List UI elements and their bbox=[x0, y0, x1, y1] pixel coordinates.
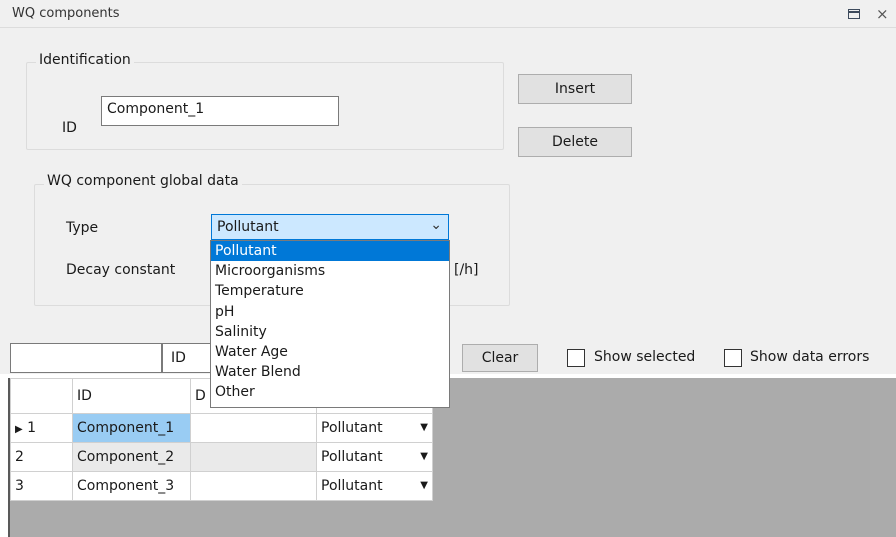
type-combobox-value: Pollutant bbox=[217, 219, 279, 235]
cell-type[interactable]: Pollutant ▼ bbox=[316, 442, 433, 472]
window-title: WQ components bbox=[12, 6, 120, 21]
cell-id[interactable]: Component_1 bbox=[72, 413, 191, 443]
row-header[interactable]: ▶ 1 bbox=[10, 413, 73, 443]
type-dropdown-list: Pollutant Microorganisms Temperature pH … bbox=[210, 240, 450, 408]
delete-button[interactable]: Delete bbox=[518, 127, 632, 157]
type-option[interactable]: Other bbox=[211, 382, 449, 402]
table-row[interactable]: 2 Component_2 Pollutant ▼ bbox=[10, 442, 433, 472]
current-row-marker-icon: ▶ bbox=[15, 424, 23, 435]
cell-type[interactable]: Pollutant ▼ bbox=[316, 413, 433, 443]
chevron-down-icon: ⌄ bbox=[430, 217, 442, 233]
global-data-group-label: WQ component global data bbox=[44, 173, 242, 189]
cell-type-value: Pollutant bbox=[321, 420, 383, 436]
id-label: ID bbox=[62, 120, 77, 136]
cell-d[interactable] bbox=[190, 413, 317, 443]
cell-id[interactable]: Component_2 bbox=[72, 442, 191, 472]
type-option[interactable]: Water Age bbox=[211, 342, 449, 362]
type-option[interactable]: Salinity bbox=[211, 322, 449, 342]
dropdown-arrow-icon[interactable]: ▼ bbox=[420, 422, 428, 433]
row-header[interactable]: 2 bbox=[10, 442, 73, 472]
dropdown-arrow-icon[interactable]: ▼ bbox=[420, 480, 428, 491]
id-input[interactable]: Component_1 bbox=[101, 96, 339, 126]
table-row[interactable]: ▶ 1 Component_1 Pollutant ▼ bbox=[10, 413, 433, 443]
insert-button[interactable]: Insert bbox=[518, 74, 632, 104]
show-data-errors-label: Show data errors bbox=[750, 349, 870, 365]
cell-type[interactable]: Pollutant ▼ bbox=[316, 471, 433, 501]
cell-id[interactable]: Component_3 bbox=[72, 471, 191, 501]
row-number: 3 bbox=[15, 478, 24, 494]
type-label: Type bbox=[66, 220, 99, 236]
row-header-corner bbox=[10, 378, 73, 414]
row-header[interactable]: 3 bbox=[10, 471, 73, 501]
cell-type-value: Pollutant bbox=[321, 449, 383, 465]
title-bar bbox=[0, 0, 896, 28]
close-icon[interactable]: × bbox=[876, 4, 896, 24]
type-option[interactable]: pH bbox=[211, 302, 449, 322]
cell-d[interactable] bbox=[190, 442, 317, 472]
clear-button[interactable]: Clear bbox=[462, 344, 538, 372]
type-combobox[interactable]: Pollutant ⌄ bbox=[211, 214, 449, 240]
type-option[interactable]: Microorganisms bbox=[211, 261, 449, 281]
show-data-errors-checkbox[interactable] bbox=[724, 349, 742, 367]
column-header-id[interactable]: ID bbox=[72, 378, 191, 414]
decay-unit-label: [/h] bbox=[454, 262, 479, 278]
row-number: 2 bbox=[15, 449, 24, 465]
dropdown-arrow-icon[interactable]: ▼ bbox=[420, 451, 428, 462]
table-row[interactable]: 3 Component_3 Pollutant ▼ bbox=[10, 471, 433, 501]
identification-group-label: Identification bbox=[36, 52, 134, 68]
show-selected-checkbox[interactable] bbox=[567, 349, 585, 367]
cell-type-value: Pollutant bbox=[321, 478, 383, 494]
cell-d[interactable] bbox=[190, 471, 317, 501]
type-option[interactable]: Pollutant bbox=[211, 241, 449, 262]
filter-input[interactable] bbox=[10, 343, 162, 373]
show-selected-label: Show selected bbox=[594, 349, 696, 365]
type-option[interactable]: Temperature bbox=[211, 281, 449, 301]
type-option[interactable]: Water Blend bbox=[211, 362, 449, 382]
restore-icon[interactable] bbox=[847, 9, 860, 19]
decay-constant-label: Decay constant bbox=[66, 262, 176, 278]
row-number: 1 bbox=[27, 420, 37, 436]
